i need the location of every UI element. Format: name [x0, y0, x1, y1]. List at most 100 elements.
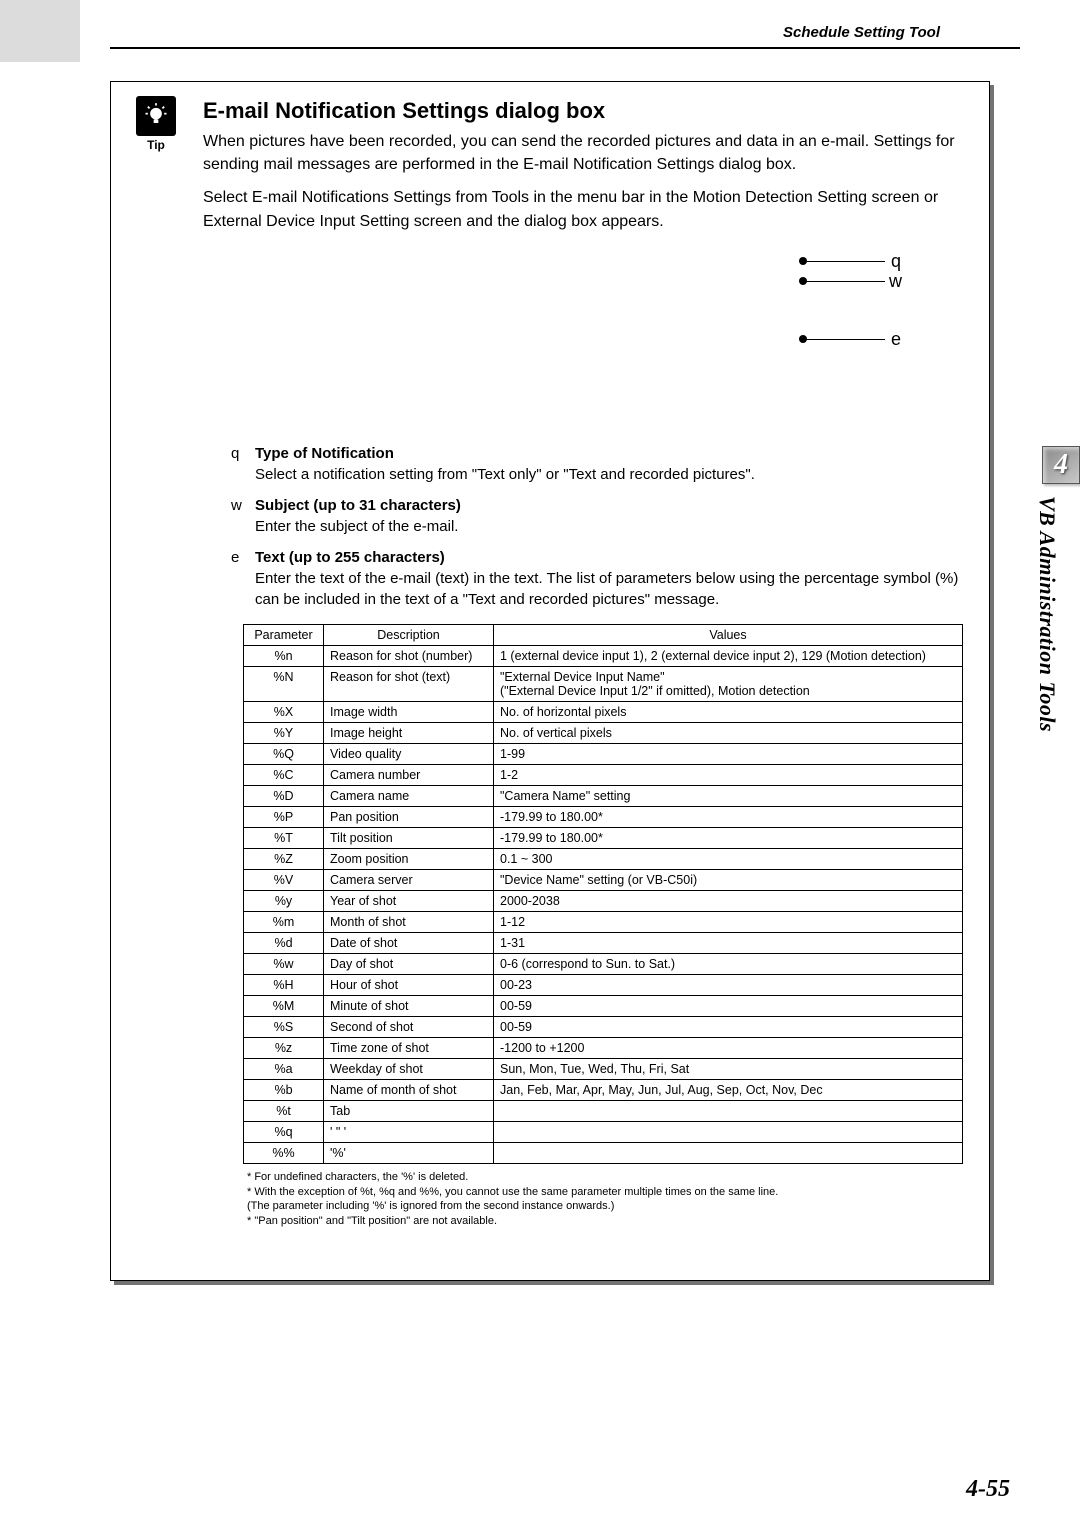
table-row: %CCamera number1-2	[244, 764, 963, 785]
table-row: %HHour of shot00-23	[244, 974, 963, 995]
table-cell: %X	[244, 701, 324, 722]
table-header: Description	[324, 624, 494, 645]
table-cell: -179.99 to 180.00*	[494, 806, 963, 827]
table-cell: %C	[244, 764, 324, 785]
table-cell: Camera server	[324, 869, 494, 890]
lightbulb-icon	[136, 96, 176, 136]
table-cell: "External Device Input Name"("External D…	[494, 666, 963, 701]
table-row: %DCamera name"Camera Name" setting	[244, 785, 963, 806]
table-cell: Second of shot	[324, 1016, 494, 1037]
table-row: %NReason for shot (text)"External Device…	[244, 666, 963, 701]
table-cell: Day of shot	[324, 953, 494, 974]
table-cell: "Camera Name" setting	[494, 785, 963, 806]
table-cell: "Device Name" setting (or VB-C50i)	[494, 869, 963, 890]
table-cell: %Y	[244, 722, 324, 743]
table-cell: Reason for shot (text)	[324, 666, 494, 701]
page-title: E-mail Notification Settings dialog box	[203, 98, 965, 124]
table-row: %nReason for shot (number)1 (external de…	[244, 645, 963, 666]
table-cell: 1-31	[494, 932, 963, 953]
table-cell: ' " '	[324, 1121, 494, 1142]
table-row: %SSecond of shot00-59	[244, 1016, 963, 1037]
table-cell: Reason for shot (number)	[324, 645, 494, 666]
table-cell: Tilt position	[324, 827, 494, 848]
footnotes: * For undefined characters, the '%' is d…	[247, 1170, 965, 1229]
table-header: Values	[494, 624, 963, 645]
intro-paragraph-1: When pictures have been recorded, you ca…	[203, 130, 965, 176]
table-cell: 2000-2038	[494, 890, 963, 911]
table-cell: 0-6 (correspond to Sun. to Sat.)	[494, 953, 963, 974]
table-cell: 1-12	[494, 911, 963, 932]
table-cell: Sun, Mon, Tue, Wed, Thu, Fri, Sat	[494, 1058, 963, 1079]
table-cell: 0.1 ~ 300	[494, 848, 963, 869]
table-cell: %Z	[244, 848, 324, 869]
intro-paragraph-2: Select E-mail Notifications Settings fro…	[203, 186, 965, 232]
table-cell: %t	[244, 1100, 324, 1121]
table-cell: %w	[244, 953, 324, 974]
annot-e: e	[891, 329, 901, 350]
chapter-badge: 4	[1042, 446, 1080, 484]
table-cell: 00-23	[494, 974, 963, 995]
table-cell: -179.99 to 180.00*	[494, 827, 963, 848]
definition-item: qType of NotificationSelect a notificati…	[203, 443, 965, 485]
table-row: %q' " '	[244, 1121, 963, 1142]
table-cell	[494, 1142, 963, 1163]
table-cell: %Q	[244, 743, 324, 764]
table-cell: %q	[244, 1121, 324, 1142]
table-row: %XImage widthNo. of horizontal pixels	[244, 701, 963, 722]
table-cell: Zoom position	[324, 848, 494, 869]
table-cell: Image width	[324, 701, 494, 722]
table-header: Parameter	[244, 624, 324, 645]
table-cell: %%	[244, 1142, 324, 1163]
table-cell	[494, 1100, 963, 1121]
table-cell: %z	[244, 1037, 324, 1058]
table-row: %ZZoom position0.1 ~ 300	[244, 848, 963, 869]
annot-w: w	[889, 271, 902, 292]
table-cell: %P	[244, 806, 324, 827]
table-row: %aWeekday of shotSun, Mon, Tue, Wed, Thu…	[244, 1058, 963, 1079]
table-row: %TTilt position-179.99 to 180.00*	[244, 827, 963, 848]
table-cell: %m	[244, 911, 324, 932]
page-number: 4-55	[966, 1476, 1010, 1503]
side-chapter-label: VB Administration Tools	[1034, 496, 1060, 732]
table-row: %MMinute of shot00-59	[244, 995, 963, 1016]
table-cell: 00-59	[494, 1016, 963, 1037]
table-cell: Camera number	[324, 764, 494, 785]
annot-q: q	[891, 251, 901, 272]
divider	[110, 47, 1020, 49]
table-cell: Weekday of shot	[324, 1058, 494, 1079]
table-cell: %N	[244, 666, 324, 701]
table-cell: Camera name	[324, 785, 494, 806]
table-cell: Date of shot	[324, 932, 494, 953]
definition-item: eText (up to 255 characters)Enter the te…	[203, 547, 965, 610]
table-row: %PPan position-179.99 to 180.00*	[244, 806, 963, 827]
table-cell: %M	[244, 995, 324, 1016]
table-cell: %b	[244, 1079, 324, 1100]
table-cell: 1 (external device input 1), 2 (external…	[494, 645, 963, 666]
table-cell: %D	[244, 785, 324, 806]
table-cell: %H	[244, 974, 324, 995]
table-row: %tTab	[244, 1100, 963, 1121]
table-row: %dDate of shot1-31	[244, 932, 963, 953]
table-cell: %S	[244, 1016, 324, 1037]
table-cell: %d	[244, 932, 324, 953]
table-cell: Year of shot	[324, 890, 494, 911]
table-row: %yYear of shot2000-2038	[244, 890, 963, 911]
table-cell: Name of month of shot	[324, 1079, 494, 1100]
table-cell: Hour of shot	[324, 974, 494, 995]
table-row: %YImage heightNo. of vertical pixels	[244, 722, 963, 743]
table-cell: %V	[244, 869, 324, 890]
tip-box: Tip E-mail Notification Settings dialog …	[110, 81, 990, 1281]
table-cell: No. of horizontal pixels	[494, 701, 963, 722]
table-cell: '%'	[324, 1142, 494, 1163]
table-cell: 00-59	[494, 995, 963, 1016]
table-row: %mMonth of shot1-12	[244, 911, 963, 932]
table-cell: Minute of shot	[324, 995, 494, 1016]
breadcrumb: Schedule Setting Tool	[783, 24, 940, 41]
table-cell: Pan position	[324, 806, 494, 827]
table-row: %wDay of shot0-6 (correspond to Sun. to …	[244, 953, 963, 974]
table-cell: -1200 to +1200	[494, 1037, 963, 1058]
table-row: %VCamera server"Device Name" setting (or…	[244, 869, 963, 890]
table-cell: Video quality	[324, 743, 494, 764]
parameter-table: ParameterDescriptionValues %nReason for …	[243, 624, 963, 1164]
table-cell: 1-2	[494, 764, 963, 785]
